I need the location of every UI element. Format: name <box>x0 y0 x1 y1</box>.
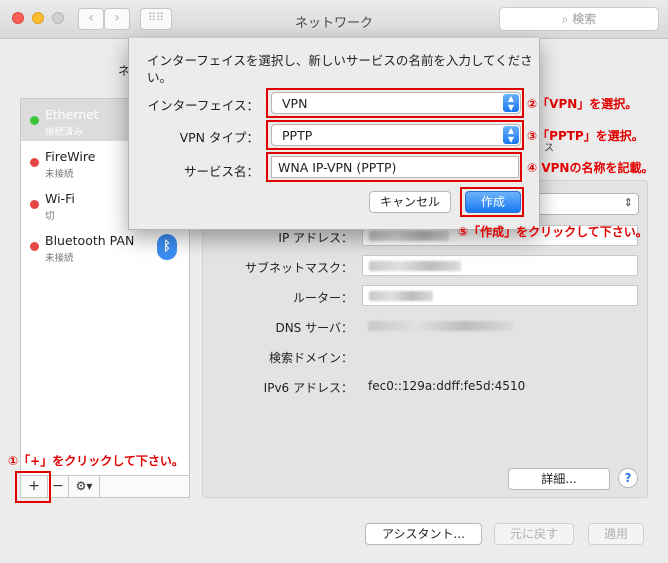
highlight-add-button <box>15 471 51 503</box>
service-status: 接続済み <box>45 127 84 138</box>
highlight-interface <box>266 88 524 118</box>
status-dot-icon <box>30 116 39 125</box>
ip-address-label: IP アドレス： <box>278 231 353 245</box>
cancel-button[interactable]: キャンセル <box>369 191 451 213</box>
ipv6-address-label: IPv6 アドレス： <box>263 381 353 395</box>
status-dot-icon <box>30 158 39 167</box>
dns-server-blurred-value <box>368 321 514 331</box>
highlight-vpn-type <box>266 120 524 150</box>
router-label: ルーター： <box>292 291 353 305</box>
annotation-step2: ②「VPN」を選択。 <box>527 97 638 111</box>
search-domain-label: 検索ドメイン： <box>268 351 353 365</box>
service-name: Wi-Fi <box>45 191 75 206</box>
subnet-mask-label: サブネットマスク： <box>244 261 353 275</box>
title-bar: ‹ › ⠿⠿ ネットワーク ⌕ 検索 <box>0 0 668 39</box>
blurred-value <box>369 231 449 241</box>
blurred-value <box>369 261 461 271</box>
annotation-step4: ④ VPNの名称を記載。 <box>527 161 654 175</box>
gear-icon[interactable]: ⚙▾ <box>69 476 100 497</box>
search-icon: ⌕ <box>561 12 569 26</box>
service-status: 未接続 <box>45 169 74 180</box>
service-name: FireWire <box>45 149 96 164</box>
service-status: 切 <box>45 211 55 222</box>
search-input[interactable]: ⌕ 検索 <box>499 7 659 31</box>
service-name-label: サービス名： <box>183 164 259 179</box>
help-button[interactable]: ? <box>618 468 638 488</box>
subnet-mask-field[interactable] <box>362 255 638 276</box>
search-placeholder: 検索 <box>572 12 597 26</box>
blurred-value <box>369 291 433 301</box>
interface-label: インターフェイス： <box>147 98 259 113</box>
service-item-bluetooth-pan[interactable]: Bluetooth PAN 未接続 ᛒ <box>21 225 189 267</box>
status-dot-icon <box>30 200 39 209</box>
status-dot-icon <box>30 242 39 251</box>
updown-chevron-icon: ⇕ <box>623 196 633 209</box>
sheet-prompt: インターフェイスを選択し、新しいサービスの名前を入力してください。 <box>147 53 533 85</box>
router-field[interactable] <box>362 285 638 306</box>
service-name: Ethernet <box>45 107 99 122</box>
annotation-step3: ③「PPTP」を選択。 <box>527 129 644 143</box>
highlight-service-name <box>266 152 522 182</box>
remove-service-button[interactable]: − <box>48 476 69 497</box>
annotation-step1: ①「+」をクリックして下さい。 <box>8 454 184 468</box>
dns-server-label: DNS サーバ： <box>275 321 353 335</box>
bluetooth-icon: ᛒ <box>157 234 177 260</box>
service-name: Bluetooth PAN <box>45 233 135 248</box>
revert-button[interactable]: 元に戻す <box>494 523 574 545</box>
apply-button[interactable]: 適用 <box>588 523 644 545</box>
annotation-step5: ⑤「作成」をクリックして下さい。 <box>458 225 648 239</box>
advanced-button[interactable]: 詳細... <box>508 468 610 490</box>
highlight-create-button <box>460 187 524 217</box>
service-status: 未接続 <box>45 253 74 264</box>
ipv6-address-value: fec0::129a:ddff:fe5d:4510 <box>368 379 526 393</box>
assistant-button[interactable]: アシスタント... <box>365 523 482 545</box>
vpn-type-label: VPN タイプ： <box>179 130 259 145</box>
